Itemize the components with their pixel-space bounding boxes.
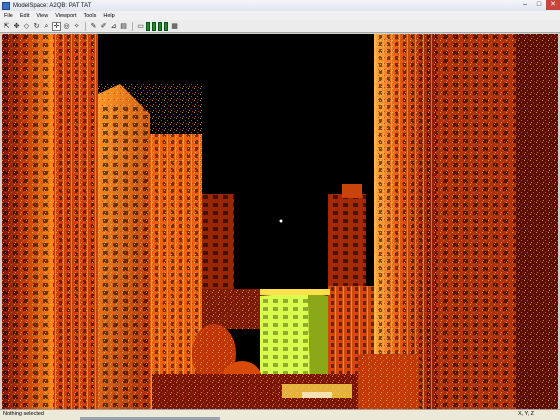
lightbulb-icon[interactable]: ✧ (72, 22, 81, 31)
layer-1-icon[interactable] (146, 21, 150, 31)
orbit-icon[interactable]: ◎ (62, 22, 71, 31)
menu-view[interactable]: View (32, 13, 51, 19)
lit-building (260, 289, 330, 384)
diamond-icon[interactable]: ◇ (22, 22, 31, 31)
menu-edit[interactable]: Edit (16, 13, 32, 19)
layer-3-icon[interactable] (158, 21, 162, 31)
menu-help[interactable]: Help (99, 13, 117, 19)
point-cloud-view[interactable] (2, 34, 558, 409)
window-controls: – □ ✕ (518, 0, 560, 10)
status-bar: Nothing selected X, Y, Z (0, 409, 560, 420)
zoom-icon[interactable]: ⌕ (42, 22, 51, 31)
app-icon (2, 1, 10, 10)
status-coordinates: X, Y, Z (517, 411, 534, 417)
move-icon[interactable]: ✥ (12, 22, 21, 31)
status-message: Nothing selected (3, 411, 44, 417)
menu-viewport[interactable]: Viewport (51, 13, 79, 19)
toolbar-separator (132, 21, 133, 31)
measure-icon[interactable]: ⊿ (109, 22, 118, 31)
3d-viewport[interactable] (2, 34, 558, 409)
rotate-icon[interactable]: ↻ (32, 22, 41, 31)
select-icon[interactable]: ⇱ (2, 22, 11, 31)
menu-file[interactable]: File (0, 13, 16, 19)
menu-tools[interactable]: Tools (80, 13, 100, 19)
toolbar-separator (85, 21, 86, 31)
window-title: ModelSpace: A2QB: PAT TAT (13, 2, 92, 9)
maximize-button[interactable]: □ (532, 0, 546, 10)
layer-4-icon[interactable] (164, 21, 168, 31)
left-tower (2, 34, 98, 409)
navigate-icon[interactable]: ✛ (52, 21, 61, 31)
right-tower (374, 34, 558, 409)
section-icon[interactable]: ▤ (119, 22, 128, 31)
minimize-button[interactable]: – (518, 0, 532, 10)
layer-2-icon[interactable] (152, 21, 156, 31)
panel-toggle-icon[interactable]: ▭ (136, 22, 145, 31)
pivot-marker (279, 219, 283, 223)
paint-alt-icon[interactable]: ✐ (99, 22, 108, 31)
left-mid-tower (98, 84, 202, 409)
toolbar: ⇱ ✥ ◇ ↻ ⌕ ✛ ◎ ✧ ✎ ✐ ⊿ ▤ ▭ ▦ (0, 20, 560, 33)
paint-icon[interactable]: ✎ (89, 22, 98, 31)
clip-icon[interactable]: ▦ (170, 22, 179, 31)
close-button[interactable]: ✕ (546, 0, 560, 10)
